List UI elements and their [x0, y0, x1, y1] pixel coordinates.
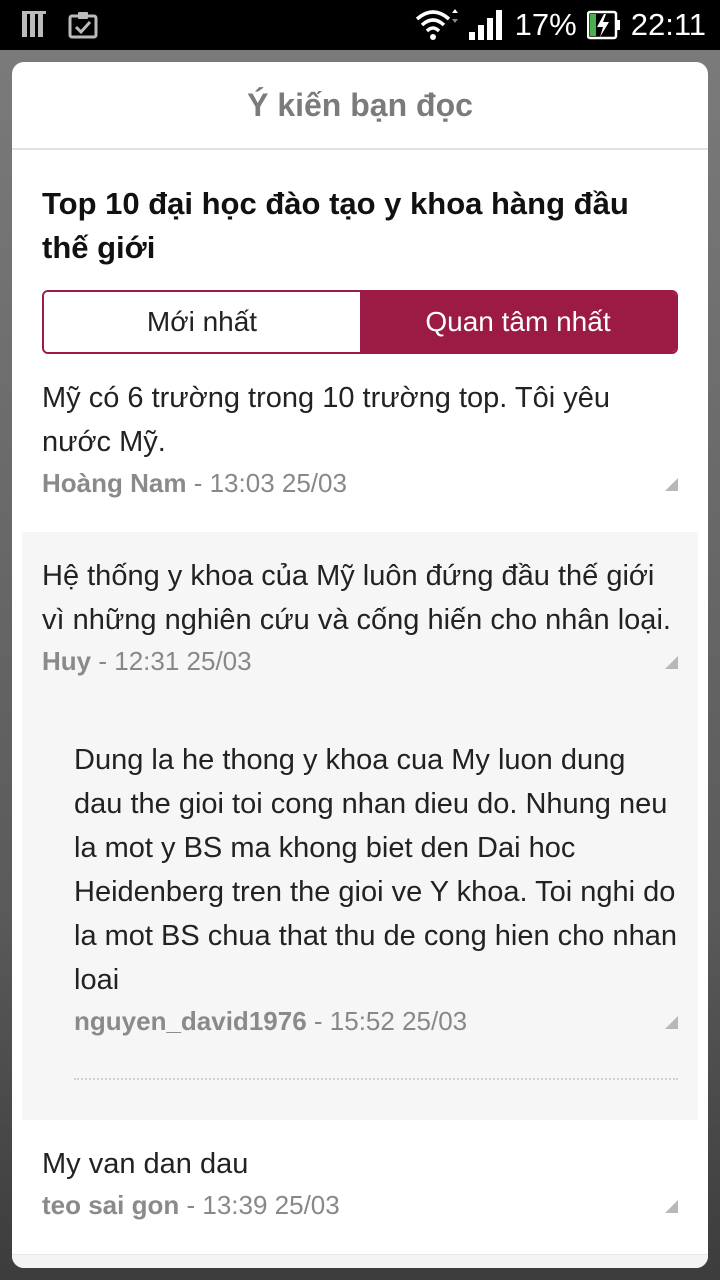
reply-meta: nguyen_david1976 - 15:52 25/03 [74, 1006, 678, 1037]
comment-meta: Hoàng Nam - 13:03 25/03 [42, 468, 678, 499]
signal-icon [468, 10, 505, 40]
expand-triangle-icon[interactable] [665, 1200, 678, 1213]
expand-triangle-icon[interactable] [665, 656, 678, 669]
comment-text: Hệ thống y khoa của Mỹ luôn đứng đầu thế… [42, 560, 671, 636]
article-title: Top 10 đại học đào tạo y khoa hàng đầu t… [42, 186, 629, 265]
comment-item: My van dan dau teo sai gon - 13:39 25/03 [42, 1142, 678, 1221]
comment-time: 13:03 25/03 [209, 468, 347, 498]
expand-triangle-icon[interactable] [665, 1016, 678, 1029]
battery-percent: 17% [514, 7, 577, 42]
reply-divider [74, 1078, 678, 1080]
comment-time: 13:39 25/03 [202, 1190, 340, 1220]
sort-tabs: Mới nhất Quan tâm nhất [42, 290, 678, 354]
comments-dialog: Ý kiến bạn đọc Top 10 đại học đào tạo y … [12, 62, 708, 1268]
comment-author: teo sai gon [42, 1190, 180, 1220]
comment-item: Hệ thống y khoa của Mỹ luôn đứng đầu thế… [42, 554, 678, 677]
meta-separator: - [98, 646, 115, 676]
status-bar: 17% 22:11 [0, 0, 720, 50]
comment-thread: Hệ thống y khoa của Mỹ luôn đứng đầu thế… [22, 532, 698, 1120]
tab-newest[interactable]: Mới nhất [44, 292, 360, 352]
reply-item: Dung la he thong y khoa cua My luon dung… [74, 738, 678, 1037]
expand-triangle-icon[interactable] [665, 478, 678, 491]
comment-time: 12:31 25/03 [114, 646, 252, 676]
meta-separator: - [186, 1190, 203, 1220]
reply-text: Dung la he thong y khoa cua My luon dung… [74, 744, 677, 996]
notification-bars-icon [22, 11, 48, 39]
comment-item: Mỹ có 6 trường trong 10 trường top. Tôi … [42, 376, 678, 499]
comment-author: Huy [42, 646, 92, 676]
dialog-title: Ý kiến bạn đọc [12, 62, 708, 150]
dialog-bottom-edge [12, 1254, 708, 1268]
comment-meta: Huy - 12:31 25/03 [42, 646, 678, 677]
wifi-icon [415, 9, 459, 41]
clipboard-check-icon [68, 11, 98, 39]
reply-time: 15:52 25/03 [329, 1006, 468, 1036]
tab-most-popular[interactable]: Quan tâm nhất [360, 292, 676, 352]
comment-text: Mỹ có 6 trường trong 10 trường top. Tôi … [42, 382, 610, 458]
comment-author: Hoàng Nam [42, 468, 187, 498]
reply-author: nguyen_david1976 [74, 1006, 307, 1036]
comment-meta: teo sai gon - 13:39 25/03 [42, 1190, 678, 1221]
battery-charging-icon [586, 10, 621, 40]
meta-separator: - [193, 468, 210, 498]
clock: 22:11 [630, 7, 706, 42]
comment-text: My van dan dau [42, 1148, 249, 1180]
meta-separator: - [313, 1006, 330, 1036]
